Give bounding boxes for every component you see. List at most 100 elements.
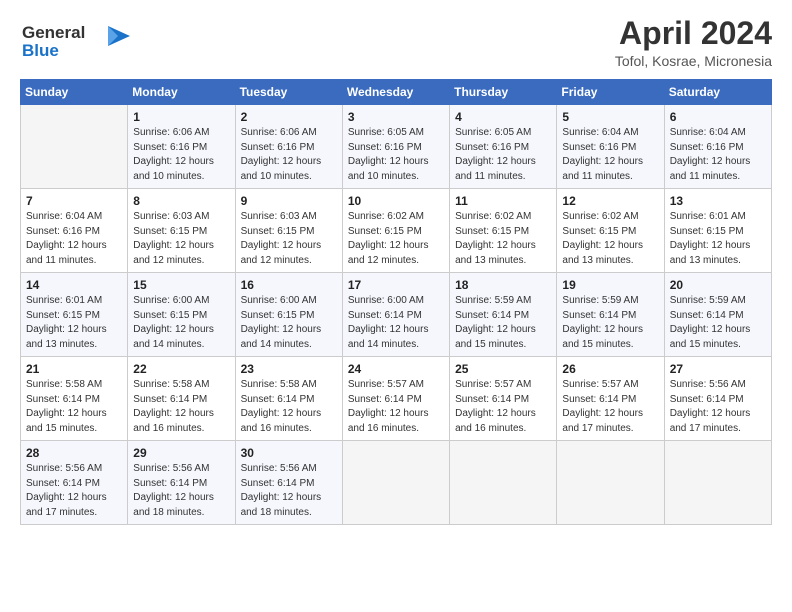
calendar-cell: 19Sunrise: 5:59 AMSunset: 6:14 PMDayligh…	[557, 273, 664, 357]
day-detail: Sunrise: 5:56 AMSunset: 6:14 PMDaylight:…	[133, 462, 229, 520]
weekday-header-tuesday: Tuesday	[235, 80, 342, 105]
weekday-header-row: SundayMondayTuesdayWednesdayThursdayFrid…	[21, 80, 772, 105]
calendar-cell: 16 Sunrise: 6:00 AMSunset: 6:15 PMDayligh…	[235, 273, 342, 357]
day-number: 17	[348, 278, 444, 292]
weekday-header-thursday: Thursday	[450, 80, 557, 105]
calendar-cell: 3 Sunrise: 6:05 AMSunset: 6:16 PMDaylight…	[342, 105, 449, 189]
day-detail: Sunrise: 6:00 AMSunset: 6:14 PMDaylight:…	[348, 294, 444, 352]
day-number: 3	[348, 110, 444, 124]
day-number: 16	[241, 278, 337, 292]
calendar-cell: 30 Sunrise: 5:56 AMSunset: 6:14 PMDayligh…	[235, 441, 342, 525]
day-detail: Sunrise: 5:59 AMSunset: 6:14 PMDaylight:…	[562, 294, 658, 352]
day-number: 30	[241, 446, 337, 460]
weekday-header-saturday: Saturday	[664, 80, 771, 105]
calendar-cell: 28 Sunrise: 5:56 AMSunset: 6:14 PMDayligh…	[21, 441, 128, 525]
calendar-cell: 25 Sunrise: 5:57 AMSunset: 6:14 PMDayligh…	[450, 357, 557, 441]
week-row-1: 1Sunrise: 6:06 AMSunset: 6:16 PMDaylight…	[21, 105, 772, 189]
weekday-header-wednesday: Wednesday	[342, 80, 449, 105]
day-number: 9	[241, 194, 337, 208]
calendar-cell: 27Sunrise: 5:56 AMSunset: 6:14 PMDayligh…	[664, 357, 771, 441]
main-title: April 2024	[615, 16, 772, 51]
calendar-cell: 22 Sunrise: 5:58 AMSunset: 6:14 PMDayligh…	[128, 357, 235, 441]
week-row-5: 28 Sunrise: 5:56 AMSunset: 6:14 PMDayligh…	[21, 441, 772, 525]
day-number: 5	[562, 110, 658, 124]
calendar-cell: 14 Sunrise: 6:01 AMSunset: 6:15 PMDayligh…	[21, 273, 128, 357]
day-number: 29	[133, 446, 229, 460]
calendar-cell: 29 Sunrise: 5:56 AMSunset: 6:14 PMDayligh…	[128, 441, 235, 525]
calendar-cell: 13Sunrise: 6:01 AMSunset: 6:15 PMDayligh…	[664, 189, 771, 273]
calendar-cell: 4Sunrise: 6:05 AMSunset: 6:16 PMDaylight…	[450, 105, 557, 189]
calendar-cell	[342, 441, 449, 525]
day-number: 23	[241, 362, 337, 376]
calendar-cell: 8 Sunrise: 6:03 AMSunset: 6:15 PMDaylight…	[128, 189, 235, 273]
day-detail: Sunrise: 5:59 AMSunset: 6:14 PMDaylight:…	[455, 294, 551, 352]
day-detail: Sunrise: 5:56 AMSunset: 6:14 PMDaylight:…	[26, 462, 122, 520]
header: General Blue April 2024 Tofol, Kosrae, M…	[20, 16, 772, 69]
day-number: 28	[26, 446, 122, 460]
day-detail: Sunrise: 5:58 AMSunset: 6:14 PMDaylight:…	[133, 378, 229, 436]
day-number: 10	[348, 194, 444, 208]
day-number: 25	[455, 362, 551, 376]
day-detail: Sunrise: 6:03 AMSunset: 6:15 PMDaylight:…	[133, 210, 229, 268]
calendar-cell: 2 Sunrise: 6:06 AMSunset: 6:16 PMDaylight…	[235, 105, 342, 189]
day-detail: Sunrise: 5:59 AMSunset: 6:14 PMDaylight:…	[670, 294, 766, 352]
day-detail: Sunrise: 6:01 AMSunset: 6:15 PMDaylight:…	[26, 294, 122, 352]
calendar-cell: 17 Sunrise: 6:00 AMSunset: 6:14 PMDayligh…	[342, 273, 449, 357]
calendar-cell: 9Sunrise: 6:03 AMSunset: 6:15 PMDaylight…	[235, 189, 342, 273]
calendar-cell: 26Sunrise: 5:57 AMSunset: 6:14 PMDayligh…	[557, 357, 664, 441]
calendar-cell: 1Sunrise: 6:06 AMSunset: 6:16 PMDaylight…	[128, 105, 235, 189]
day-detail: Sunrise: 6:01 AMSunset: 6:15 PMDaylight:…	[670, 210, 766, 268]
day-number: 21	[26, 362, 122, 376]
calendar-cell: 18 Sunrise: 5:59 AMSunset: 6:14 PMDayligh…	[450, 273, 557, 357]
day-detail: Sunrise: 6:02 AMSunset: 6:15 PMDaylight:…	[455, 210, 551, 268]
calendar-cell: 15 Sunrise: 6:00 AMSunset: 6:15 PMDayligh…	[128, 273, 235, 357]
day-detail: Sunrise: 6:02 AMSunset: 6:15 PMDaylight:…	[348, 210, 444, 268]
day-number: 15	[133, 278, 229, 292]
day-number: 7	[26, 194, 122, 208]
day-detail: Sunrise: 5:56 AMSunset: 6:14 PMDaylight:…	[241, 462, 337, 520]
week-row-3: 14 Sunrise: 6:01 AMSunset: 6:15 PMDayligh…	[21, 273, 772, 357]
day-number: 6	[670, 110, 766, 124]
day-detail: Sunrise: 5:57 AMSunset: 6:14 PMDaylight:…	[348, 378, 444, 436]
calendar-cell	[21, 105, 128, 189]
day-detail: Sunrise: 6:06 AMSunset: 6:16 PMDaylight:…	[241, 126, 337, 184]
day-detail: Sunrise: 5:57 AMSunset: 6:14 PMDaylight:…	[562, 378, 658, 436]
weekday-header-friday: Friday	[557, 80, 664, 105]
day-number: 14	[26, 278, 122, 292]
calendar-cell	[450, 441, 557, 525]
day-detail: Sunrise: 6:05 AMSunset: 6:16 PMDaylight:…	[348, 126, 444, 184]
calendar-cell: 6 Sunrise: 6:04 AMSunset: 6:16 PMDaylight…	[664, 105, 771, 189]
weekday-header-sunday: Sunday	[21, 80, 128, 105]
title-block: April 2024 Tofol, Kosrae, Micronesia	[615, 16, 772, 69]
day-number: 2	[241, 110, 337, 124]
svg-text:General: General	[22, 23, 85, 42]
day-detail: Sunrise: 6:04 AMSunset: 6:16 PMDaylight:…	[670, 126, 766, 184]
day-detail: Sunrise: 6:04 AMSunset: 6:16 PMDaylight:…	[26, 210, 122, 268]
calendar-cell: 21 Sunrise: 5:58 AMSunset: 6:14 PMDayligh…	[21, 357, 128, 441]
day-number: 22	[133, 362, 229, 376]
day-detail: Sunrise: 5:58 AMSunset: 6:14 PMDaylight:…	[241, 378, 337, 436]
calendar-cell: 20Sunrise: 5:59 AMSunset: 6:14 PMDayligh…	[664, 273, 771, 357]
day-detail: Sunrise: 6:00 AMSunset: 6:15 PMDaylight:…	[241, 294, 337, 352]
subtitle: Tofol, Kosrae, Micronesia	[615, 53, 772, 69]
calendar-cell: 5 Sunrise: 6:04 AMSunset: 6:16 PMDaylight…	[557, 105, 664, 189]
week-row-2: 7 Sunrise: 6:04 AMSunset: 6:16 PMDaylight…	[21, 189, 772, 273]
day-number: 8	[133, 194, 229, 208]
day-detail: Sunrise: 5:56 AMSunset: 6:14 PMDaylight:…	[670, 378, 766, 436]
day-detail: Sunrise: 6:04 AMSunset: 6:16 PMDaylight:…	[562, 126, 658, 184]
weekday-header-monday: Monday	[128, 80, 235, 105]
calendar-table: SundayMondayTuesdayWednesdayThursdayFrid…	[20, 79, 772, 525]
day-detail: Sunrise: 5:58 AMSunset: 6:14 PMDaylight:…	[26, 378, 122, 436]
calendar-cell	[557, 441, 664, 525]
day-detail: Sunrise: 6:06 AMSunset: 6:16 PMDaylight:…	[133, 126, 229, 184]
day-detail: Sunrise: 5:57 AMSunset: 6:14 PMDaylight:…	[455, 378, 551, 436]
day-number: 18	[455, 278, 551, 292]
calendar-cell: 23 Sunrise: 5:58 AMSunset: 6:14 PMDayligh…	[235, 357, 342, 441]
day-detail: Sunrise: 6:00 AMSunset: 6:15 PMDaylight:…	[133, 294, 229, 352]
week-row-4: 21 Sunrise: 5:58 AMSunset: 6:14 PMDayligh…	[21, 357, 772, 441]
day-detail: Sunrise: 6:05 AMSunset: 6:16 PMDaylight:…	[455, 126, 551, 184]
logo-text: General Blue	[20, 16, 130, 69]
calendar-page: General Blue April 2024 Tofol, Kosrae, M…	[0, 0, 792, 612]
calendar-cell: 10 Sunrise: 6:02 AMSunset: 6:15 PMDayligh…	[342, 189, 449, 273]
calendar-cell: 7 Sunrise: 6:04 AMSunset: 6:16 PMDaylight…	[21, 189, 128, 273]
